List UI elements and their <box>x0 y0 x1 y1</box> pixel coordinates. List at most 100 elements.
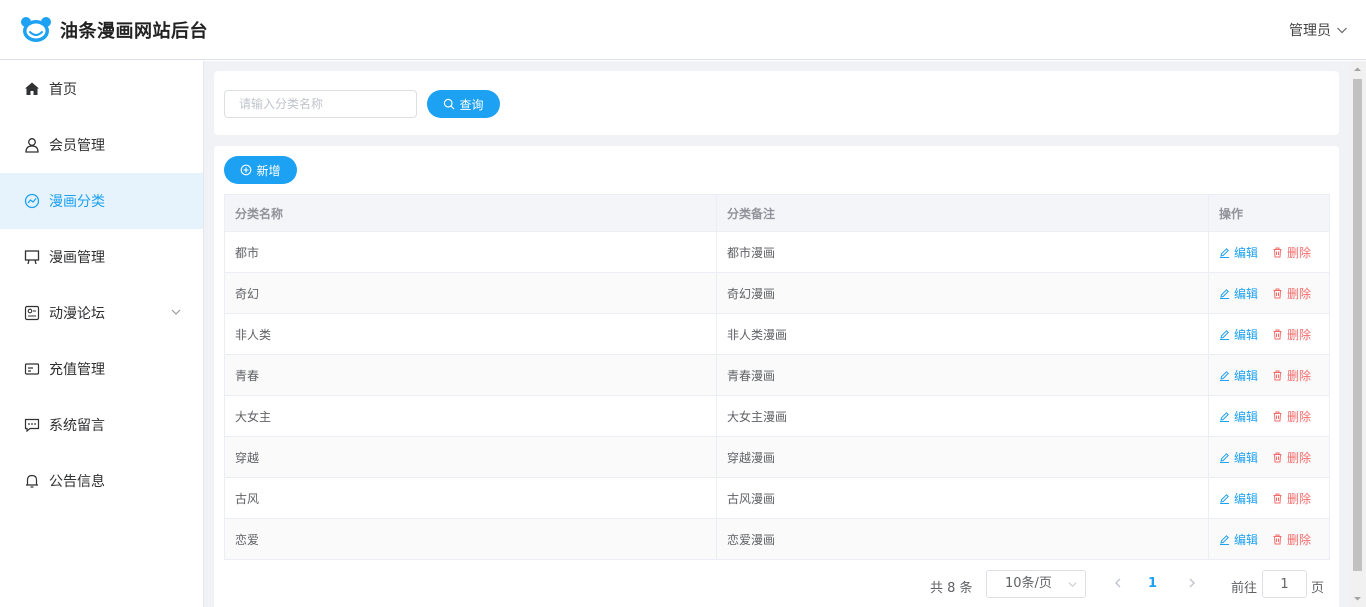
pagination-total: 共 8 条 <box>930 581 973 596</box>
delete-label: 删除 <box>1287 327 1312 342</box>
goto-page-input[interactable] <box>1262 570 1307 598</box>
category-note-cell: 非人类漫画 <box>716 313 1209 355</box>
trash-icon <box>1273 370 1282 380</box>
delete-button[interactable]: 删除 <box>1272 408 1311 425</box>
search-icon <box>444 98 455 110</box>
home-icon <box>24 81 40 97</box>
user-name: 管理员 <box>1289 23 1331 39</box>
edit-button[interactable]: 编辑 <box>1219 285 1258 302</box>
delete-label: 删除 <box>1287 409 1312 424</box>
edit-pencil-icon <box>1220 247 1229 258</box>
vertical-scrollbar[interactable] <box>1349 61 1366 607</box>
delete-button[interactable]: 删除 <box>1272 326 1311 343</box>
user-menu[interactable]: 管理员 <box>1289 0 1348 60</box>
edit-pencil-icon <box>1220 493 1229 504</box>
sidebar: 首页 会员管理 漫画分类 漫画管理 动漫论坛 充值管理 系统留言 公告信息 <box>0 61 204 607</box>
delete-button[interactable]: 删除 <box>1272 285 1311 302</box>
edit-button[interactable]: 编辑 <box>1219 326 1258 343</box>
sidebar-item-messages[interactable]: 系统留言 <box>0 397 203 453</box>
actions-cell: 编辑 删除 <box>1208 436 1330 478</box>
edit-label: 编辑 <box>1234 368 1259 383</box>
column-header-note: 分类备注 <box>716 194 1209 232</box>
category-name-cell: 青春 <box>224 354 717 396</box>
trash-icon <box>1273 452 1282 462</box>
bear-face-icon <box>21 16 51 42</box>
edit-button[interactable]: 编辑 <box>1219 408 1258 425</box>
delete-button[interactable]: 删除 <box>1272 490 1311 507</box>
sidebar-item-home[interactable]: 首页 <box>0 61 203 117</box>
pagination: 共 8 条 10条/页 1 前往 页 <box>214 570 1339 600</box>
category-search-input[interactable] <box>224 90 417 118</box>
category-name-cell: 穿越 <box>224 436 717 478</box>
scroll-down-arrow-icon[interactable] <box>1353 594 1362 603</box>
edit-button[interactable]: 编辑 <box>1219 449 1258 466</box>
edit-pencil-icon <box>1220 534 1229 545</box>
delete-label: 删除 <box>1287 286 1312 301</box>
table-row: 大女主 大女主漫画 编辑 删除 <box>224 395 1330 437</box>
category-name-cell: 恋爱 <box>224 518 717 560</box>
category-name-cell: 都市 <box>224 231 717 273</box>
edit-pencil-icon <box>1220 288 1229 299</box>
bell-icon <box>24 473 40 489</box>
delete-button[interactable]: 删除 <box>1272 449 1311 466</box>
category-note-cell: 都市漫画 <box>716 231 1209 273</box>
delete-button[interactable]: 删除 <box>1272 244 1311 261</box>
add-button[interactable]: 新增 <box>224 156 297 184</box>
add-button-label: 新增 <box>256 163 281 178</box>
sidebar-item-recharge[interactable]: 充值管理 <box>0 341 203 397</box>
sidebar-item-label: 公告信息 <box>49 474 105 490</box>
trash-icon <box>1273 329 1282 339</box>
user-icon <box>24 137 40 153</box>
table-row: 恋爱 恋爱漫画 编辑 删除 <box>224 518 1330 560</box>
category-note-cell: 大女主漫画 <box>716 395 1209 437</box>
goto-suffix: 页 <box>1311 581 1325 596</box>
main-content: 查询 新增 分类名称 分类备注 操作 都市都市漫画编辑删除奇幻奇幻漫画编辑删除非… <box>204 61 1349 607</box>
delete-button[interactable]: 删除 <box>1272 367 1311 384</box>
scroll-up-arrow-icon[interactable] <box>1353 65 1362 74</box>
search-button[interactable]: 查询 <box>427 90 500 118</box>
category-name-cell: 奇幻 <box>224 272 717 314</box>
trash-icon <box>1273 534 1282 544</box>
prev-page-icon[interactable] <box>1111 576 1125 590</box>
category-note-cell: 恋爱漫画 <box>716 518 1209 560</box>
page-number[interactable]: 1 <box>1148 576 1157 591</box>
trash-icon <box>1273 411 1282 421</box>
sidebar-item-forum[interactable]: 动漫论坛 <box>0 285 203 341</box>
sidebar-item-label: 动漫论坛 <box>49 306 105 322</box>
category-name-cell: 大女主 <box>224 395 717 437</box>
table-row: 穿越 穿越漫画 编辑 删除 <box>224 436 1330 478</box>
sidebar-item-label: 系统留言 <box>49 418 105 434</box>
edit-label: 编辑 <box>1234 245 1259 260</box>
chevron-down-icon <box>171 309 181 315</box>
category-table: 分类名称 分类备注 操作 都市 都市漫画 编辑 删除 奇幻 奇幻漫画 编辑 删除 非人类 非人类漫… <box>224 194 1330 560</box>
delete-label: 删除 <box>1287 450 1312 465</box>
trash-icon <box>1273 493 1282 503</box>
delete-button[interactable]: 删除 <box>1272 531 1311 548</box>
edit-label: 编辑 <box>1234 409 1259 424</box>
scrollbar-thumb[interactable] <box>1353 79 1362 571</box>
edit-pencil-icon <box>1220 411 1229 422</box>
sidebar-item-announcements[interactable]: 公告信息 <box>0 453 203 509</box>
page-size-select[interactable]: 10条/页 <box>986 570 1086 598</box>
edit-pencil-icon <box>1220 452 1229 463</box>
next-page-icon[interactable] <box>1185 576 1199 590</box>
actions-cell: 编辑 删除 <box>1208 518 1330 560</box>
edit-button[interactable]: 编辑 <box>1219 244 1258 261</box>
table-row: 古风 古风漫画 编辑 删除 <box>224 477 1330 519</box>
table-row: 都市 都市漫画 编辑 删除 <box>224 231 1330 273</box>
trash-icon <box>1273 247 1282 257</box>
card-icon <box>24 361 40 377</box>
sidebar-item-comic-management[interactable]: 漫画管理 <box>0 229 203 285</box>
edit-button[interactable]: 编辑 <box>1219 367 1258 384</box>
edit-button[interactable]: 编辑 <box>1219 490 1258 507</box>
forum-icon <box>24 305 40 321</box>
page-size-value: 10条/页 <box>1005 576 1052 591</box>
search-button-label: 查询 <box>459 97 484 112</box>
logo[interactable]: 油条漫画网站后台 <box>20 16 208 44</box>
edit-button[interactable]: 编辑 <box>1219 531 1258 548</box>
sidebar-item-comic-category[interactable]: 漫画分类 <box>0 173 203 229</box>
sidebar-item-members[interactable]: 会员管理 <box>0 117 203 173</box>
delete-label: 删除 <box>1287 245 1312 260</box>
table-row: 青春 青春漫画 编辑 删除 <box>224 354 1330 396</box>
easel-icon <box>24 249 40 265</box>
